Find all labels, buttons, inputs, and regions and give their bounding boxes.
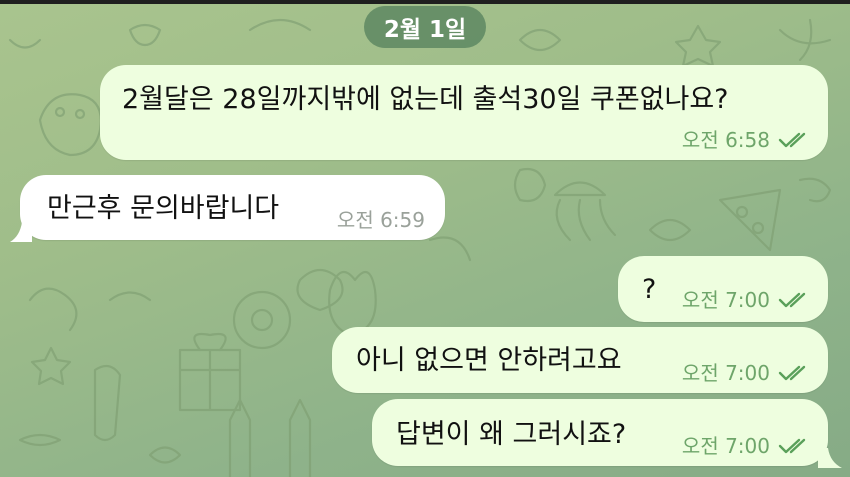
message-bubble-outgoing[interactable]: 2월달은 28일까지밖에 없는데 출석30일 쿠폰없나요? 오전 6:58 <box>100 65 828 160</box>
message-bubble-outgoing[interactable]: 답변이 왜 그러시죠? 오전 7:00 <box>372 399 828 466</box>
message-bubble-outgoing[interactable]: ? 오전 7:00 <box>618 256 828 322</box>
message-text: 답변이 왜 그러시죠? <box>396 419 627 450</box>
message-meta: 오전 7:00 <box>682 290 812 310</box>
message-text: 만근후 문의바랍니다 <box>47 193 280 224</box>
message-text: ? <box>642 274 657 305</box>
double-check-icon <box>778 292 806 308</box>
message-bubble-outgoing[interactable]: 아니 없으면 안하려고요 오전 7:00 <box>332 327 828 393</box>
message-meta: 오전 6:59 <box>337 210 425 230</box>
message-bubble-incoming[interactable]: 만근후 문의바랍니다 오전 6:59 <box>20 175 445 240</box>
bubble-tail-icon <box>818 448 842 468</box>
message-meta: 오전 7:00 <box>682 363 812 383</box>
bubble-tail-icon <box>10 222 32 242</box>
message-time: 오전 6:59 <box>336 208 425 232</box>
message-meta: 오전 7:00 <box>682 436 812 456</box>
double-check-icon <box>778 132 806 148</box>
message-time: 오전 6:58 <box>681 128 770 152</box>
date-separator: 2월 1일 <box>364 6 486 48</box>
message-meta: 오전 6:58 <box>682 130 812 150</box>
message-text: 2월달은 28일까지밖에 없는데 출석30일 쿠폰없나요? <box>122 84 729 115</box>
double-check-icon <box>778 365 806 381</box>
message-time: 오전 7:00 <box>681 434 770 458</box>
message-time: 오전 7:00 <box>681 361 770 385</box>
message-text: 아니 없으면 안하려고요 <box>356 345 622 376</box>
double-check-icon <box>778 438 806 454</box>
message-time: 오전 7:00 <box>681 288 770 312</box>
